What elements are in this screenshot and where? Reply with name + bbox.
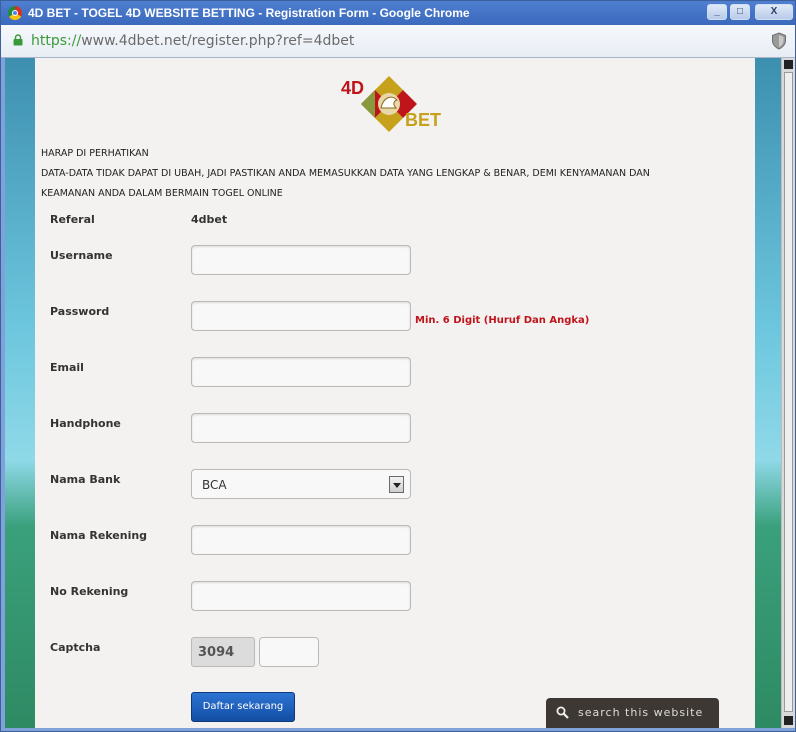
title-bar[interactable]: 4D BET - TOGEL 4D WEBSITE BETTING - Regi… (1, 1, 795, 25)
rekening-no-row: No Rekening (35, 581, 755, 621)
bank-row: Nama Bank BCA (35, 469, 755, 509)
scroll-down-arrow[interactable] (784, 716, 793, 725)
captcha-row: Captcha 3094 (35, 637, 755, 677)
captcha-label: Captcha (50, 641, 101, 654)
rekening-name-row: Nama Rekening (35, 525, 755, 565)
browser-window: 4D BET - TOGEL 4D WEBSITE BETTING - Regi… (0, 0, 796, 732)
chevron-down-icon[interactable] (389, 476, 404, 493)
lock-icon (13, 34, 23, 46)
password-label: Password (50, 305, 110, 318)
bank-select-value: BCA (202, 478, 227, 492)
notice-text: HARAP DI PERHATIKAN DATA-DATA TIDAK DAPA… (41, 144, 741, 204)
shield-icon[interactable] (771, 32, 787, 50)
search-widget[interactable]: search this website (546, 698, 719, 728)
vertical-scrollbar[interactable] (781, 58, 795, 728)
password-input[interactable] (191, 301, 411, 331)
username-label: Username (50, 249, 113, 262)
logo-text-bet: BET (405, 110, 441, 130)
handphone-input[interactable] (191, 413, 411, 443)
registration-page: 4D BET HARAP DI PERHATIKAN DATA-DATA TID… (35, 58, 755, 728)
url-text[interactable]: https://www.4dbet.net/register.php?ref=4… (31, 33, 354, 49)
bank-select[interactable]: BCA (191, 469, 411, 499)
rekening-name-label: Nama Rekening (50, 529, 148, 542)
password-hint: Min. 6 Digit (Huruf Dan Angka) (415, 315, 590, 326)
search-icon (556, 706, 569, 719)
bank-label: Nama Bank (50, 473, 121, 486)
referal-value: 4dbet (191, 213, 228, 226)
chrome-icon (8, 6, 22, 20)
handphone-label: Handphone (50, 417, 121, 430)
url-scheme: https:// (31, 33, 82, 49)
notice-heading: HARAP DI PERHATIKAN (41, 148, 149, 159)
scroll-up-arrow[interactable] (784, 60, 793, 69)
username-input[interactable] (191, 245, 411, 275)
captcha-image: 3094 (191, 637, 255, 667)
logo-text-4d: 4D (341, 78, 365, 98)
email-input[interactable] (191, 357, 411, 387)
email-label: Email (50, 361, 84, 374)
minimize-button[interactable]: _ (707, 4, 727, 20)
page-viewport: 4D BET HARAP DI PERHATIKAN DATA-DATA TID… (5, 58, 781, 728)
close-button[interactable]: X (755, 4, 793, 20)
rekening-no-input[interactable] (191, 581, 411, 611)
submit-button[interactable]: Daftar sekarang (191, 692, 295, 722)
email-row: Email (35, 357, 755, 397)
captcha-input[interactable] (259, 637, 319, 667)
username-row: Username (35, 245, 755, 285)
notice-line-1: DATA-DATA TIDAK DAPAT DI UBAH, JADI PAST… (41, 168, 650, 179)
referal-label: Referal (50, 213, 95, 226)
search-widget-label: search this website (578, 706, 704, 719)
password-row: Password Min. 6 Digit (Huruf Dan Angka) (35, 301, 755, 341)
url-path: www.4dbet.net/register.php?ref=4dbet (81, 33, 355, 49)
rekening-no-label: No Rekening (50, 585, 129, 598)
window-title: 4D BET - TOGEL 4D WEBSITE BETTING - Regi… (28, 6, 470, 20)
notice-line-2: KEAMANAN ANDA DALAM BERMAIN TOGEL ONLINE (41, 188, 283, 199)
rekening-name-input[interactable] (191, 525, 411, 555)
address-bar[interactable]: https://www.4dbet.net/register.php?ref=4… (1, 25, 795, 58)
maximize-button[interactable]: □ (730, 4, 750, 20)
handphone-row: Handphone (35, 413, 755, 453)
scroll-thumb[interactable] (784, 72, 793, 712)
site-logo: 4D BET (341, 74, 451, 138)
